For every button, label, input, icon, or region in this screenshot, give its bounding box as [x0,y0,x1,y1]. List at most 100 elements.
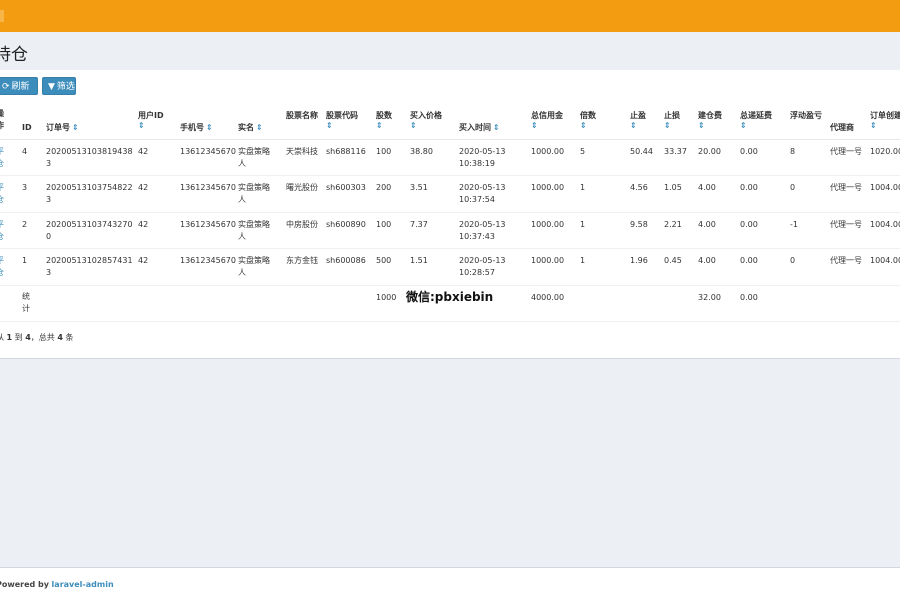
filter-button[interactable]: ▼ 筛选 [42,77,76,95]
pager-total: 4 [57,333,63,342]
table-cell: 42 [138,256,149,265]
table-cell: 2020-05-13 10:37:43 [459,220,506,241]
table-cell: 100 [376,220,392,229]
col-header-shares[interactable]: 股数 ⇕ [376,110,404,130]
col-header-order-created-label: 订单创建 [870,111,900,120]
sort-icon[interactable]: ⇕ [326,122,370,130]
table-cell: 8 [790,147,796,156]
table-cell: 200 [376,183,392,192]
col-header-order-created[interactable]: 订单创建 ⇕ [870,110,900,130]
table-cell: 9.58 [630,220,648,229]
table-cell: 2020-05-13 10:37:54 [459,183,506,204]
grid-box: ⟳刷新 ▼筛选 操作 ID 订单号⇕ 用户ID⇕ 手机号⇕ 实名⇕ 股票名称 股… [0,70,900,359]
footer-link[interactable]: laravel-admin [52,580,114,589]
sort-icon[interactable]: ⇕ [630,122,660,130]
col-header-open-fee[interactable]: 建仓费 ⇕ [698,110,734,130]
close-position-link[interactable]: 平仓 [0,219,8,243]
table-cell: 5 [580,147,586,156]
page-title: 持仓 [0,45,28,65]
footer-powered: Powered by [0,580,49,589]
col-header-credit-label: 总信用金 [531,111,563,120]
sort-icon[interactable]: ⇕ [740,122,786,130]
table-cell: 13612345670 [180,147,236,156]
row-divider [0,175,900,176]
col-header-open-fee-label: 建仓费 [698,111,722,120]
table-cell: sh600890 [326,220,366,229]
col-header-shares-label: 股数 [376,111,392,120]
table-cell: 1000.00 [531,147,565,156]
table-cell: 42 [138,220,149,229]
summary-open-fee: 32.00 [698,293,721,302]
col-header-deferred-fee[interactable]: 总递延费 ⇕ [740,110,786,130]
table-cell: 实盘策略人 [238,220,270,241]
pagination-info: 从 1 到 4，总共 4 条 [0,332,73,343]
sort-icon[interactable]: ⇕ [870,122,900,130]
col-header-phone-label: 手机号 [180,123,204,132]
table-cell: 1000.00 [531,256,565,265]
col-header-take-profit[interactable]: 止盈 ⇕ [630,110,660,130]
refresh-icon: ⟳ [2,82,10,92]
col-header-credit[interactable]: 总信用金 ⇕ [531,110,577,130]
close-position-link[interactable]: 平仓 [0,182,8,206]
table-cell: 实盘策略人 [238,256,270,277]
table-header-divider [0,139,900,140]
table-cell: 代理一号 [830,147,862,156]
table-cell: 7.37 [410,220,428,229]
col-header-buy-price[interactable]: 买入价格 ⇕ [410,110,456,130]
table-cell: 100 [376,147,392,156]
col-header-realname-label: 实名 [238,123,254,132]
watermark-text: 微信:pbxiebin [406,290,494,304]
table-cell: 东方金钰 [286,256,318,265]
col-header-deferred-fee-label: 总递延费 [740,111,772,120]
table-cell: sh600303 [326,183,366,192]
col-header-realname[interactable]: 实名 ⇕ [238,122,282,134]
sort-icon[interactable]: ⇕ [206,123,213,132]
main-footer: Powered by laravel-admin [0,567,900,601]
sort-icon[interactable]: ⇕ [531,122,577,130]
table-cell: 38.80 [410,147,433,156]
col-header-agent: 代理商 [830,123,854,132]
table-cell: 20200513103819438​3 [46,147,133,168]
table-cell: 1.05 [664,183,682,192]
sort-icon[interactable]: ⇕ [580,122,626,130]
table-cell: 1 [580,183,586,192]
table-cell: 1004.00 [870,256,900,265]
table-cell: 2.21 [664,220,682,229]
col-header-buy-time[interactable]: 买入时间 ⇕ [459,122,525,134]
col-header-stock-name: 股票名称 [286,111,318,120]
sort-icon[interactable]: ⇕ [72,123,79,132]
table-cell: 1000.00 [531,183,565,192]
col-header-phone[interactable]: 手机号 ⇕ [180,122,236,134]
table-cell: 4.56 [630,183,648,192]
col-header-stop-loss[interactable]: 止损 ⇕ [664,110,694,130]
table-cell: 0.00 [740,256,758,265]
table-cell: 0 [790,183,796,192]
close-position-link[interactable]: 平仓 [0,255,8,279]
table-cell: 2020-05-13 10:28:57 [459,256,506,277]
table-cell: 1000.00 [531,220,565,229]
table-cell: 曙光股份 [286,183,318,192]
footer-text: Powered by laravel-admin [0,580,114,589]
sort-icon[interactable]: ⇕ [664,122,694,130]
refresh-button[interactable]: ⟳ 刷新 [0,77,38,95]
table-cell: 4 [22,147,28,156]
sort-icon[interactable]: ⇕ [493,123,500,132]
col-header-user-id[interactable]: 用户ID ⇕ [138,110,174,130]
row-divider [0,285,900,286]
col-header-stock-code[interactable]: 股票代码 ⇕ [326,110,370,130]
sort-icon[interactable]: ⇕ [256,123,263,132]
sort-icon[interactable]: ⇕ [138,122,174,130]
table-cell: 13612345670 [180,183,236,192]
table-cell: -1 [790,220,798,229]
sort-icon[interactable]: ⇕ [376,122,404,130]
table-cell: 1 [580,256,586,265]
close-position-link[interactable]: 平仓 [0,146,8,170]
col-header-order-no[interactable]: 订单号 ⇕ [46,122,136,134]
menu-toggle-icon[interactable] [0,10,4,22]
col-header-multiple[interactable]: 倍数 ⇕ [580,110,626,130]
table-cell: 3 [22,183,28,192]
sort-icon[interactable]: ⇕ [410,122,456,130]
summary-label: 统计 [22,292,30,313]
table-cell: 天崇科技 [286,147,318,156]
sort-icon[interactable]: ⇕ [698,122,734,130]
